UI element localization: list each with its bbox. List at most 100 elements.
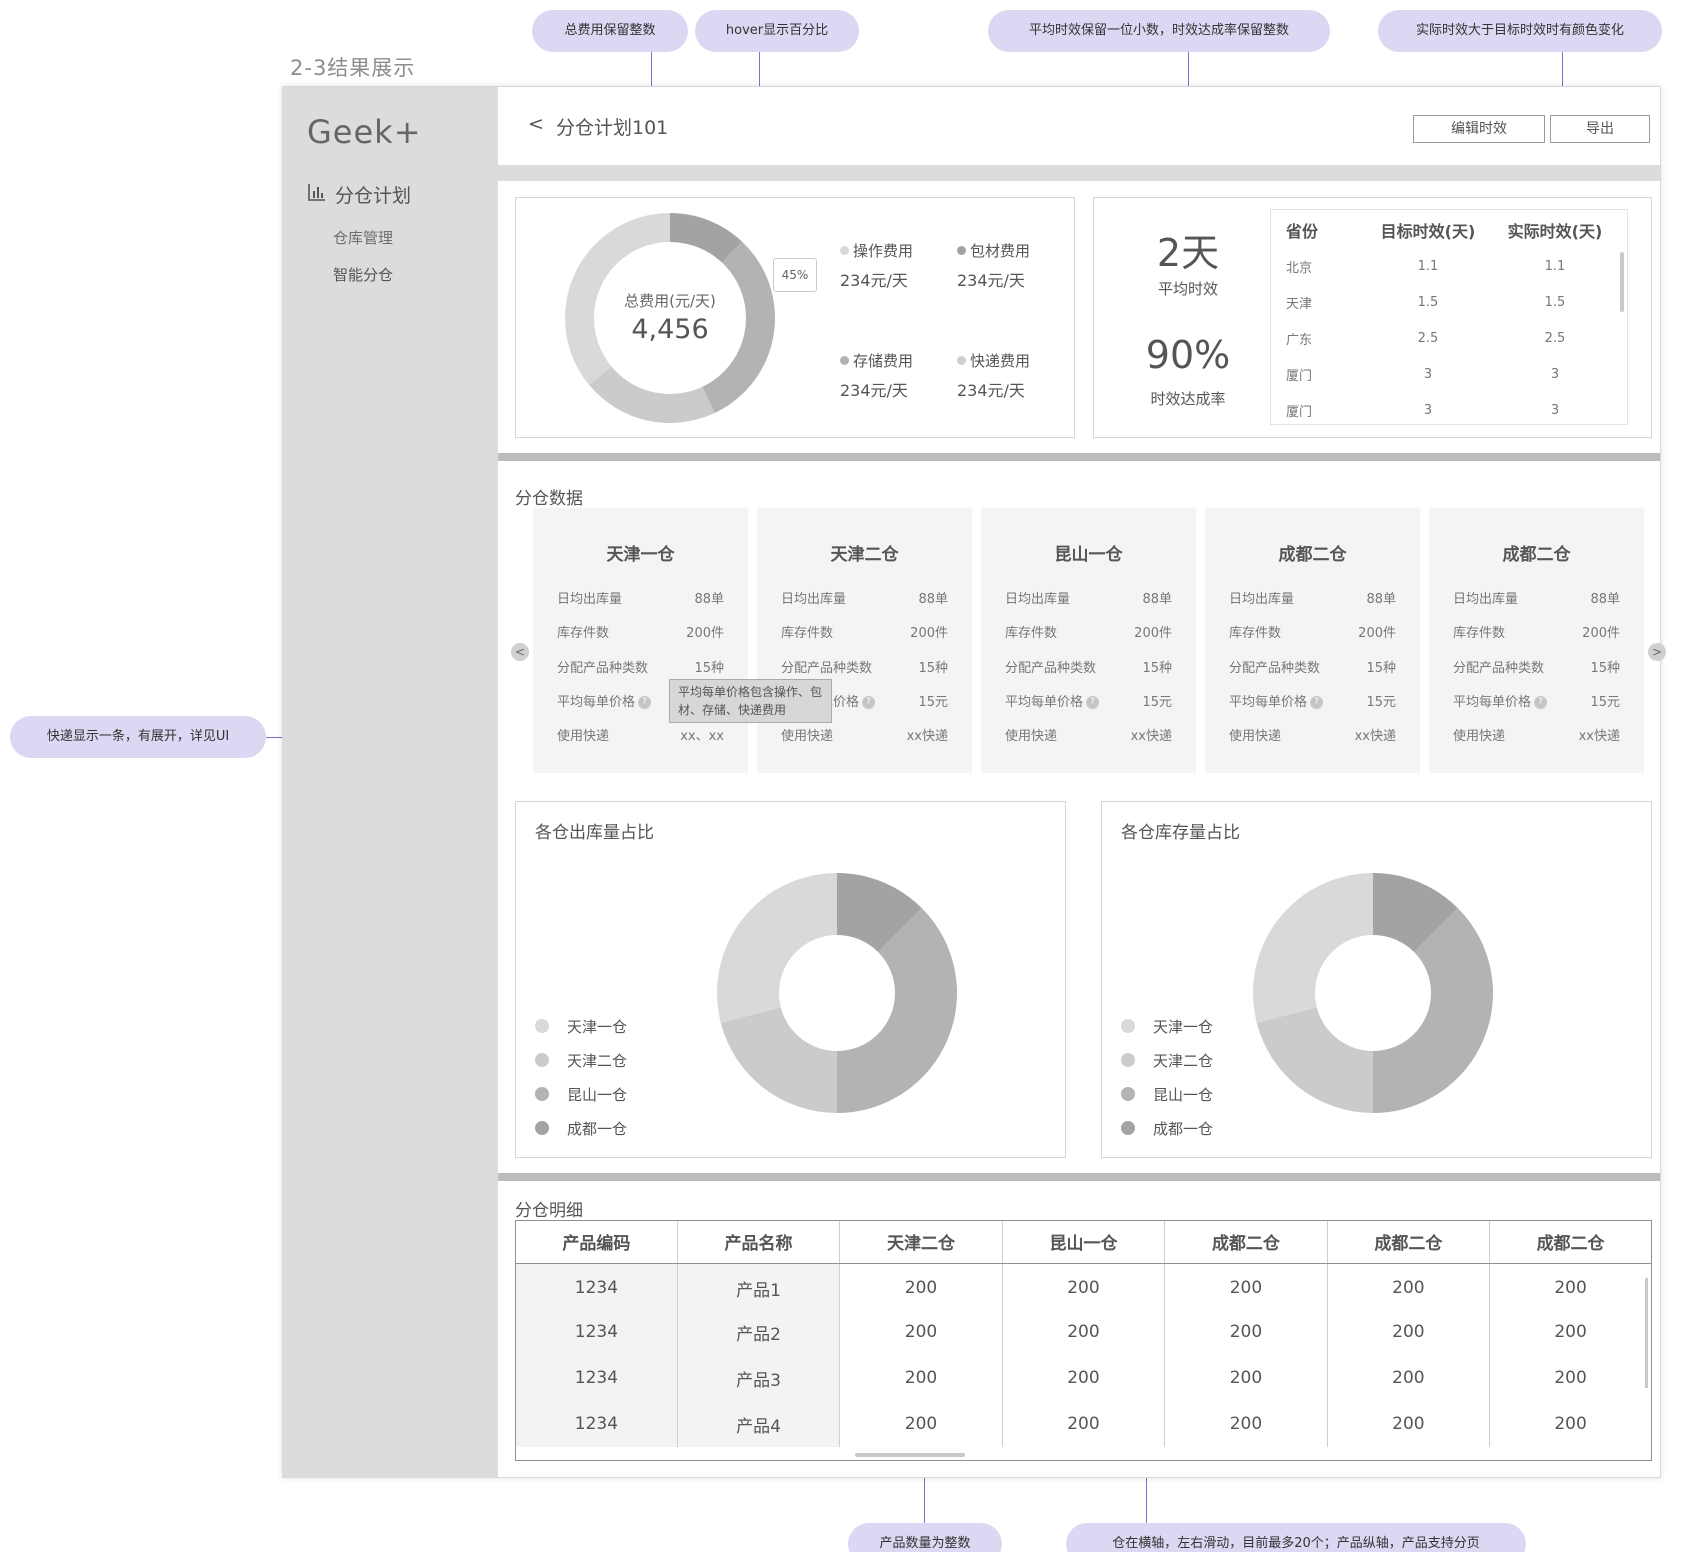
product-name-cell: 产品3: [677, 1355, 841, 1401]
legend-dot: [957, 246, 966, 255]
column-header: 成都二仓: [1164, 1221, 1328, 1264]
table-row: 1234 产品3 200 200 200 200 200: [516, 1355, 1651, 1401]
column-header: 实际时效(天): [1507, 222, 1603, 241]
warehouse-card-row: 平均每单价格? 15元: [1453, 691, 1620, 710]
warehouse-card-row: 库存件数 200件: [781, 622, 948, 641]
row-value: 88单: [1590, 592, 1620, 607]
legend-item: 成都一仓: [535, 1111, 627, 1145]
inventory-share-donut: [1253, 873, 1493, 1113]
table-cell: 3: [1423, 402, 1433, 418]
cost-item-packaging: 包材费用 234元/天: [957, 240, 1030, 291]
warehouse-card-row: 使用快递 xx快递: [1005, 725, 1172, 744]
warehouse-card-row: 分配产品种类数 15种: [781, 657, 948, 676]
table-cell: 北京: [1286, 260, 1313, 276]
help-icon[interactable]: ?: [1310, 696, 1324, 709]
cost-item-label: 快递费用: [970, 352, 1031, 370]
help-icon[interactable]: ?: [1534, 696, 1548, 709]
warehouse-card-row: 平均每单价格? 15元: [1229, 691, 1396, 710]
row-value: 200件: [910, 626, 948, 641]
column-header: 产品名称: [677, 1221, 841, 1264]
divider: [498, 165, 1660, 181]
table-cell: 3: [1423, 366, 1433, 382]
warehouse-card-row: 分配产品种类数 15种: [1005, 657, 1172, 676]
quantity-cell: 200: [1554, 1368, 1587, 1388]
row-label: 库存件数: [1005, 622, 1057, 641]
table-row: 广东 2.5 2.5: [1278, 320, 1618, 356]
warehouse-card-row: 日均出库量 88单: [1005, 588, 1172, 607]
legend-dot: [535, 1019, 549, 1033]
row-label-text: 分配产品种类数: [781, 661, 873, 676]
rate-label: 时效达成率: [1150, 390, 1226, 408]
scrollbar[interactable]: [1620, 252, 1624, 312]
cost-item-label: 包材费用: [970, 242, 1031, 260]
warehouse-card-row: 日均出库量 88单: [1453, 588, 1620, 607]
table-cell: 1.1: [1417, 258, 1439, 274]
warehouse-card: 昆山一仓 日均出库量 88单 库存件数 200件 分配产品种类数 15种 平均每单价格? 15元…: [981, 508, 1196, 773]
legend-dot: [1121, 1019, 1135, 1033]
row-label: 使用快递: [557, 725, 609, 744]
row-label: 库存件数: [557, 622, 609, 641]
product-name-cell: 产品1: [677, 1263, 841, 1309]
cost-item-value: 234元/天: [957, 381, 1025, 400]
help-icon[interactable]: ?: [1086, 696, 1100, 709]
warehouse-card-title: 成都二仓: [1502, 545, 1571, 565]
row-label-text: 日均出库量: [1229, 592, 1295, 607]
vertical-scrollbar[interactable]: [1645, 1278, 1648, 1388]
sidebar-item-split-plan[interactable]: 分仓计划: [307, 181, 411, 208]
row-value: 15种: [694, 661, 724, 676]
warehouse-card-row: 日均出库量 88单: [1229, 588, 1396, 607]
prev-button[interactable]: <: [511, 643, 529, 661]
column-header: 昆山一仓: [1002, 1221, 1166, 1264]
inventory-share-title: 各仓库存量占比: [1121, 823, 1240, 843]
cost-item-express: 快递费用 234元/天: [957, 350, 1030, 401]
legend-label: 昆山一仓: [1153, 1085, 1214, 1104]
row-label-text: 日均出库量: [781, 592, 847, 607]
warehouse-card-row: 分配产品种类数 15种: [1229, 657, 1396, 676]
warehouse-card: 成都二仓 日均出库量 88单 库存件数 200件 分配产品种类数 15种 平均每单价格? 15元…: [1205, 508, 1420, 773]
row-value: 15种: [918, 661, 948, 676]
quantity-cell: 200: [1554, 1414, 1587, 1434]
sidebar: Geek+ 分仓计划 仓库管理 智能分仓: [283, 87, 498, 1477]
cost-item-storage: 存储费用 234元/天: [840, 350, 913, 401]
edit-timing-button[interactable]: 编辑时效: [1413, 115, 1545, 143]
warehouse-card: 天津二仓日均出库量88单库存件数200件分配产品种类数15种平均每单价格?15元…: [757, 508, 972, 773]
row-label: 分配产品种类数: [1229, 657, 1320, 676]
warehouse-card-row: 库存件数 200件: [1229, 622, 1396, 641]
next-button[interactable]: >: [1648, 643, 1666, 661]
row-label-text: 库存件数: [1229, 626, 1282, 641]
table-cell: 2.5: [1544, 330, 1566, 346]
row-label: 日均出库量: [557, 588, 622, 607]
column-header: 天津二仓: [839, 1221, 1003, 1264]
annotation-axis-note: 仓在横轴，左右滑动，目前最多20个；产品纵轴，产品支持分页: [1066, 1523, 1526, 1552]
row-label-text: 平均每单价格: [1453, 695, 1532, 710]
help-icon[interactable]: ?: [638, 696, 652, 709]
row-value: 15种: [1366, 661, 1396, 676]
row-value: xx、xx: [680, 729, 724, 744]
product-code-cell: 1234: [516, 1309, 678, 1355]
warehouse-card-row: 日均出库量 88单: [781, 588, 948, 607]
row-label-text: 平均每单价格: [557, 695, 636, 710]
row-label: 分配产品种类数: [1453, 657, 1544, 676]
sidebar-item-smart-split[interactable]: 智能分仓: [333, 264, 393, 285]
table-cell: 2.5: [1417, 330, 1439, 346]
detail-table: 产品编码 产品名称 天津二仓 昆山一仓 成都二仓 成都二仓 成都二仓 1234 产…: [516, 1221, 1651, 1447]
quantity-cell: 200: [1164, 1355, 1328, 1401]
warehouse-card-row: 分配产品种类数 15种: [557, 657, 724, 676]
legend-dot: [840, 246, 849, 255]
warehouse-card-row: 使用快递 xx快递: [781, 725, 948, 744]
row-label: 分配产品种类数: [781, 657, 872, 676]
warehouse-section-title: 分仓数据: [515, 489, 583, 509]
row-value: 15种: [1590, 661, 1620, 676]
annotation-product-qty: 产品数量为整数: [848, 1523, 1002, 1552]
quantity-cell: 200: [839, 1355, 1003, 1401]
export-button[interactable]: 导出: [1550, 115, 1650, 143]
sidebar-item-warehouse-mgmt[interactable]: 仓库管理: [333, 227, 393, 248]
horizontal-scrollbar[interactable]: [855, 1453, 965, 1457]
price-tooltip: 平均每单价格包含操作、包材、存储、快递费用: [669, 679, 832, 723]
row-label-text: 使用快递: [1229, 729, 1282, 744]
quantity-cell: 200: [1002, 1263, 1166, 1309]
legend-label: 天津一仓: [1153, 1017, 1214, 1036]
help-icon[interactable]: ?: [862, 696, 876, 709]
back-button[interactable]: <: [528, 113, 544, 135]
warehouse-card-row: 使用快递 xx快递: [1453, 725, 1620, 744]
